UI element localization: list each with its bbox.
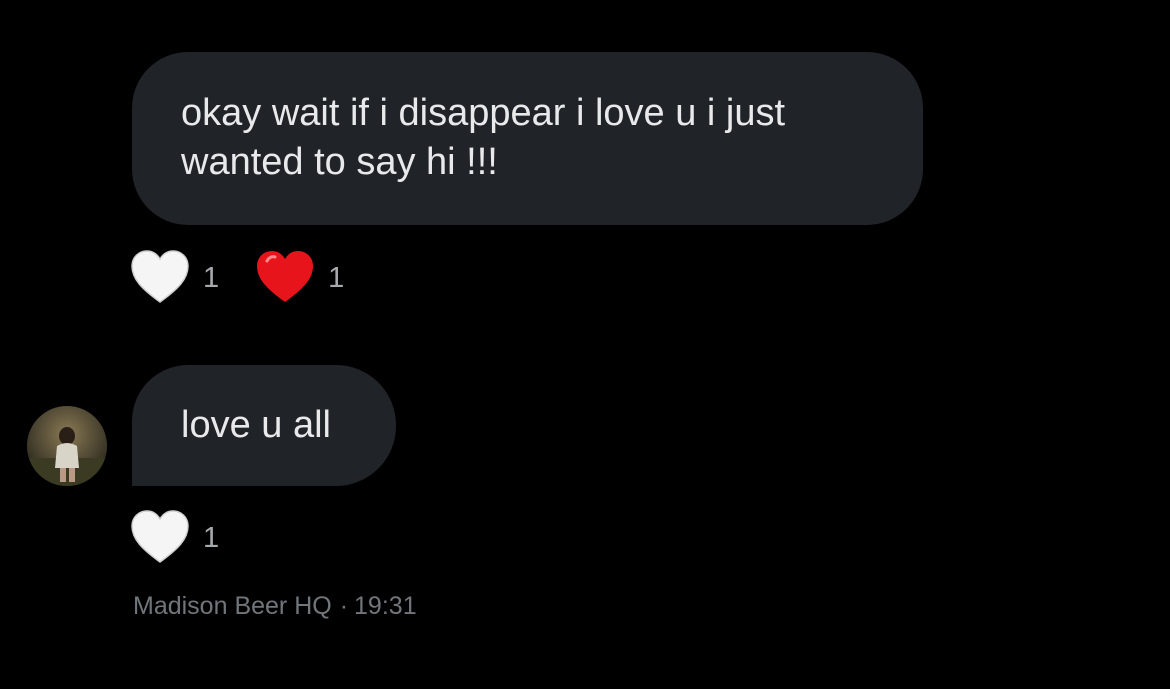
reaction-count: 1 (203, 521, 220, 554)
message-reactions: 1 (130, 509, 255, 565)
reaction-white-heart[interactable]: 1 (130, 509, 219, 565)
meta-separator: · (339, 592, 349, 620)
message-text: okay wait if i disappear i love u i just… (181, 92, 786, 183)
avatar-image (27, 406, 107, 486)
avatar[interactable] (27, 406, 107, 486)
message-reactions: 1 1 (130, 249, 380, 305)
reaction-red-heart[interactable]: 1 (255, 249, 344, 305)
conversation-screen: okay wait if i disappear i love u i just… (0, 0, 1170, 689)
reaction-white-heart[interactable]: 1 (130, 249, 219, 305)
message-timestamp: 19:31 (354, 592, 417, 620)
white-heart-icon (131, 510, 189, 563)
reaction-count: 1 (203, 261, 220, 294)
message-text: love u all (181, 404, 331, 446)
message-bubble[interactable]: okay wait if i disappear i love u i just… (132, 52, 923, 225)
white-heart-icon (131, 250, 189, 303)
red-heart-icon (257, 251, 314, 302)
sender-name[interactable]: Madison Beer HQ (133, 592, 332, 620)
reaction-count: 1 (328, 261, 345, 294)
message-meta: Madison Beer HQ · 19:31 (133, 592, 417, 621)
message-bubble[interactable]: love u all (132, 365, 396, 486)
